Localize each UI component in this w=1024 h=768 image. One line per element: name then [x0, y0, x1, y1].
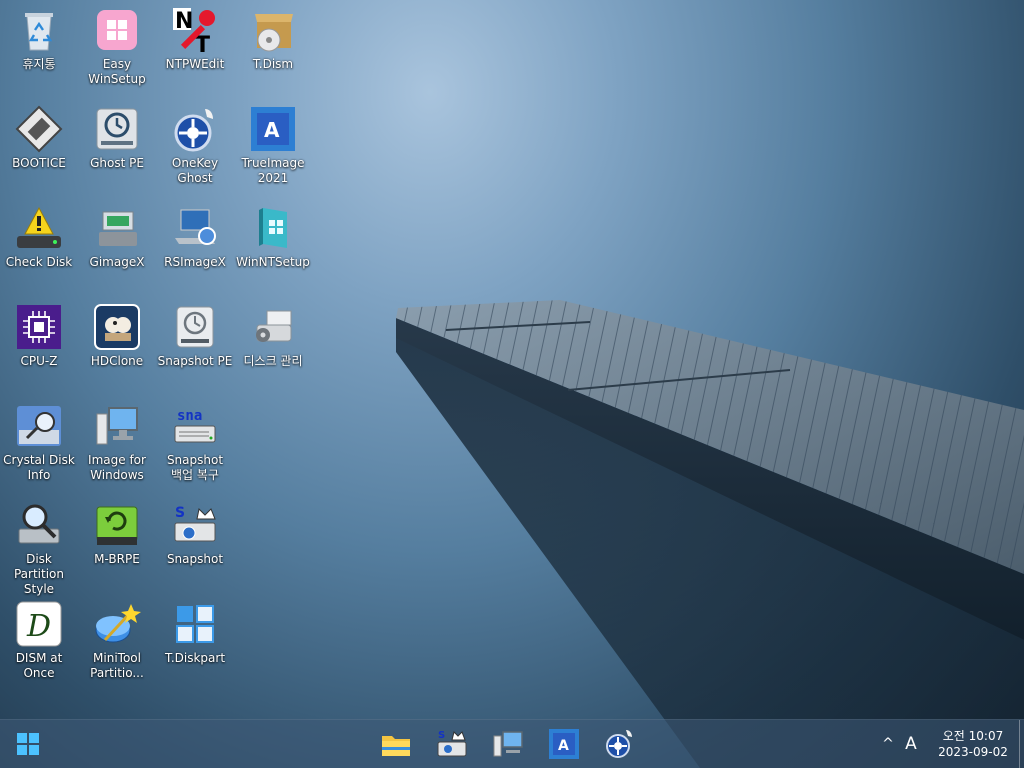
desktop-icon-cpu-z[interactable]: CPU-Z	[0, 297, 78, 393]
taskbar: S A ^ A 오전 10:07 2023-09-02	[0, 719, 1024, 768]
winntsetup-icon	[249, 204, 297, 252]
svg-text:sna: sna	[177, 408, 202, 424]
crystal-disk-info-icon	[15, 402, 63, 450]
clock-date: 2023-09-02	[938, 745, 1008, 759]
taskbar-snapshot[interactable]: S	[432, 724, 472, 764]
desktop-icon-winntsetup[interactable]: WinNTSetup	[234, 198, 312, 294]
desktop-icon-hdclone[interactable]: HDClone	[78, 297, 156, 393]
svg-text:N: N	[175, 9, 193, 34]
desktop-icon-image-for-windows[interactable]: Image for Windows	[78, 396, 156, 492]
bootice-icon	[15, 105, 63, 153]
input-method-indicator[interactable]: A	[899, 734, 923, 754]
desktop-icon-disk-management[interactable]: 디스크 관리	[234, 297, 312, 393]
desktop-icon-snapshot[interactable]: S Snapshot	[156, 495, 234, 591]
system-tray: ^ A 오전 10:07 2023-09-02	[877, 720, 1024, 768]
trueimage-icon: A	[249, 105, 297, 153]
onekey-ghost-icon	[171, 105, 219, 153]
desktop-icon-crystal-disk-info[interactable]: Crystal Disk Info	[0, 396, 78, 492]
rsimagex-icon	[171, 204, 219, 252]
desktop-icon-trueimage[interactable]: A TrueImage 2021	[234, 99, 312, 195]
snapshot-restore-icon: sna	[171, 402, 219, 450]
desktop-icon-recycle-bin[interactable]: 휴지통	[0, 0, 78, 96]
svg-text:A: A	[264, 118, 280, 142]
taskbar-file-explorer[interactable]	[376, 724, 416, 764]
taskbar-pinned-apps: S A	[376, 724, 640, 764]
desktop-icon-m-brpe[interactable]: M-BRPE	[78, 495, 156, 591]
m-brpe-icon	[93, 501, 141, 549]
desktop-icon-grid: 휴지통 Easy WinSetup NT NTPWEdit T.Dism BOO…	[0, 0, 320, 700]
disk-partition-style-icon	[15, 501, 63, 549]
check-disk-icon	[15, 204, 63, 252]
taskbar-onekey-ghost[interactable]	[600, 724, 640, 764]
desktop-icon-snapshot-restore[interactable]: sna Snapshot 백업 복구	[156, 396, 234, 492]
show-desktop-button[interactable]	[1019, 720, 1024, 768]
svg-text:D: D	[26, 609, 51, 644]
svg-text:S: S	[438, 730, 445, 741]
desktop-icon-bootice[interactable]: BOOTICE	[0, 99, 78, 195]
desktop-icon-minitool-partition[interactable]: MiniTool Partitio...	[78, 594, 156, 690]
trueimage-icon: A	[549, 729, 579, 759]
gimagex-icon	[93, 204, 141, 252]
taskbar-clock[interactable]: 오전 10:07 2023-09-02	[933, 728, 1013, 760]
onekey-ghost-icon	[606, 730, 632, 758]
image-for-windows-icon	[93, 402, 141, 450]
svg-text:S: S	[175, 505, 185, 521]
taskbar-trueimage[interactable]: A	[544, 724, 584, 764]
recycle-bin-icon	[15, 6, 63, 54]
snapshot-icon: S	[437, 730, 467, 757]
desktop-icon-ghost-pe[interactable]: Ghost PE	[78, 99, 156, 195]
start-button[interactable]	[8, 728, 48, 760]
desktop-icon-easy-winsetup[interactable]: Easy WinSetup	[78, 0, 156, 96]
snapshot-icon: S	[171, 501, 219, 549]
desktop-icon-onekey-ghost[interactable]: OneKey Ghost	[156, 99, 234, 195]
desktop-icon-ntpwedit[interactable]: NT NTPWEdit	[156, 0, 234, 96]
image-for-windows-icon	[493, 731, 523, 757]
ghost-pe-icon	[93, 105, 141, 153]
tdiskpart-icon	[171, 600, 219, 648]
show-hidden-icons-button[interactable]: ^	[877, 736, 899, 752]
desktop-icon-disk-partition-style[interactable]: Disk Partition Style	[0, 495, 78, 596]
easy-winsetup-icon	[93, 6, 141, 54]
tdism-icon	[249, 6, 297, 54]
hdclone-icon	[93, 303, 141, 351]
desktop-icon-check-disk[interactable]: Check Disk	[0, 198, 78, 294]
ntpwedit-icon: NT	[171, 6, 219, 54]
desktop: 휴지통 Easy WinSetup NT NTPWEdit T.Dism BOO…	[0, 0, 1024, 768]
disk-management-icon	[249, 303, 297, 351]
svg-text:A: A	[558, 738, 569, 754]
minitool-partition-icon	[93, 600, 141, 648]
desktop-icon-tdiskpart[interactable]: T.Diskpart	[156, 594, 234, 690]
desktop-icon-dism-at-once[interactable]: D DISM at Once	[0, 594, 78, 690]
desktop-icon-rsimagex[interactable]: RSImageX	[156, 198, 234, 294]
windows-logo-icon	[17, 733, 39, 755]
clock-time: 오전 10:07	[942, 729, 1004, 743]
file-explorer-icon	[382, 736, 410, 756]
desktop-icon-snapshot-pe[interactable]: Snapshot PE	[156, 297, 234, 393]
dism-at-once-icon: D	[15, 600, 63, 648]
taskbar-image-for-windows[interactable]	[488, 724, 528, 764]
desktop-icon-tdism[interactable]: T.Dism	[234, 0, 312, 96]
desktop-icon-gimagex[interactable]: GimageX	[78, 198, 156, 294]
snapshot-pe-icon	[171, 303, 219, 351]
cpu-z-icon	[15, 303, 63, 351]
